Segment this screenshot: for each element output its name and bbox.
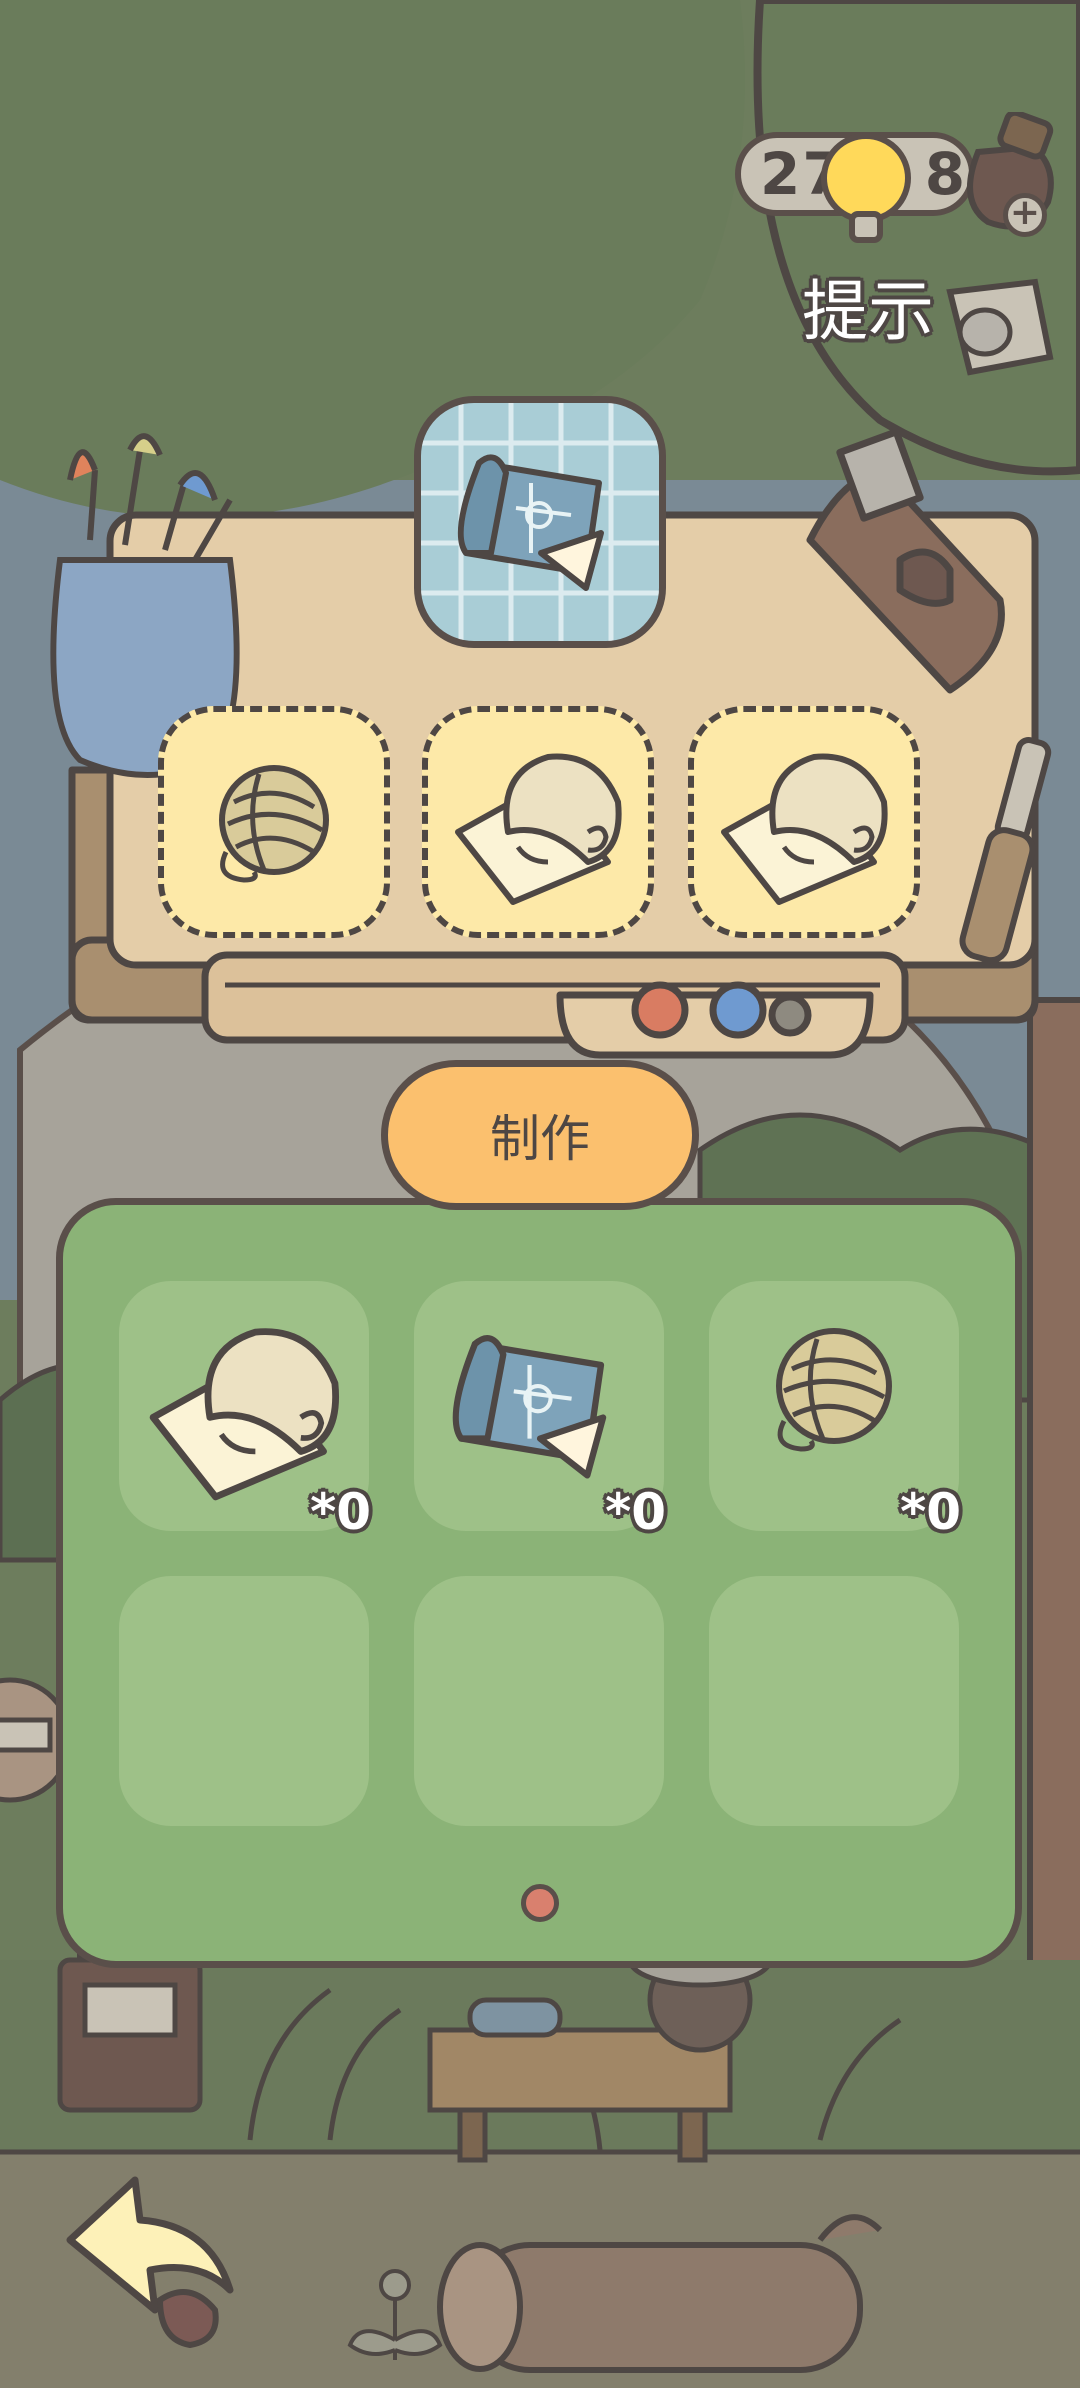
add-coins-button[interactable]: +	[1003, 193, 1047, 237]
inventory-empty-slot[interactable]	[414, 1576, 664, 1826]
hint-bag-icon[interactable]	[940, 272, 1060, 382]
back-arrow-icon[interactable]	[40, 2160, 240, 2350]
inventory-item-paper[interactable]: *0	[119, 1281, 371, 1541]
paper-scroll-icon	[455, 753, 622, 905]
item-count: *0	[900, 1483, 961, 1541]
inventory-empty-slot[interactable]	[709, 1576, 959, 1826]
inventory-item-yarn[interactable]: *0	[709, 1281, 961, 1541]
blueprint-icon	[421, 403, 659, 641]
make-button[interactable]: 制作	[381, 1060, 699, 1210]
paper-scroll-icon	[721, 753, 888, 905]
recipe-target-slot	[414, 396, 666, 648]
item-count: *0	[310, 1483, 371, 1541]
ingredient-slot-2[interactable]	[422, 706, 654, 938]
page-indicator-dot[interactable]	[521, 1884, 559, 1922]
hint-label[interactable]: 提示	[802, 258, 934, 354]
inventory-panel: *0 *0 *0	[56, 1198, 1022, 1968]
lightbulb-icon	[821, 133, 911, 243]
item-count: *0	[605, 1483, 666, 1541]
ingredient-slot-1[interactable]	[158, 706, 390, 938]
make-button-label: 制作	[490, 1110, 590, 1168]
ingredient-slot-3[interactable]	[688, 706, 920, 938]
yarn-ball-icon	[219, 765, 329, 883]
inventory-empty-slot[interactable]	[119, 1576, 369, 1826]
inventory-item-blueprint[interactable]: *0	[414, 1281, 666, 1541]
